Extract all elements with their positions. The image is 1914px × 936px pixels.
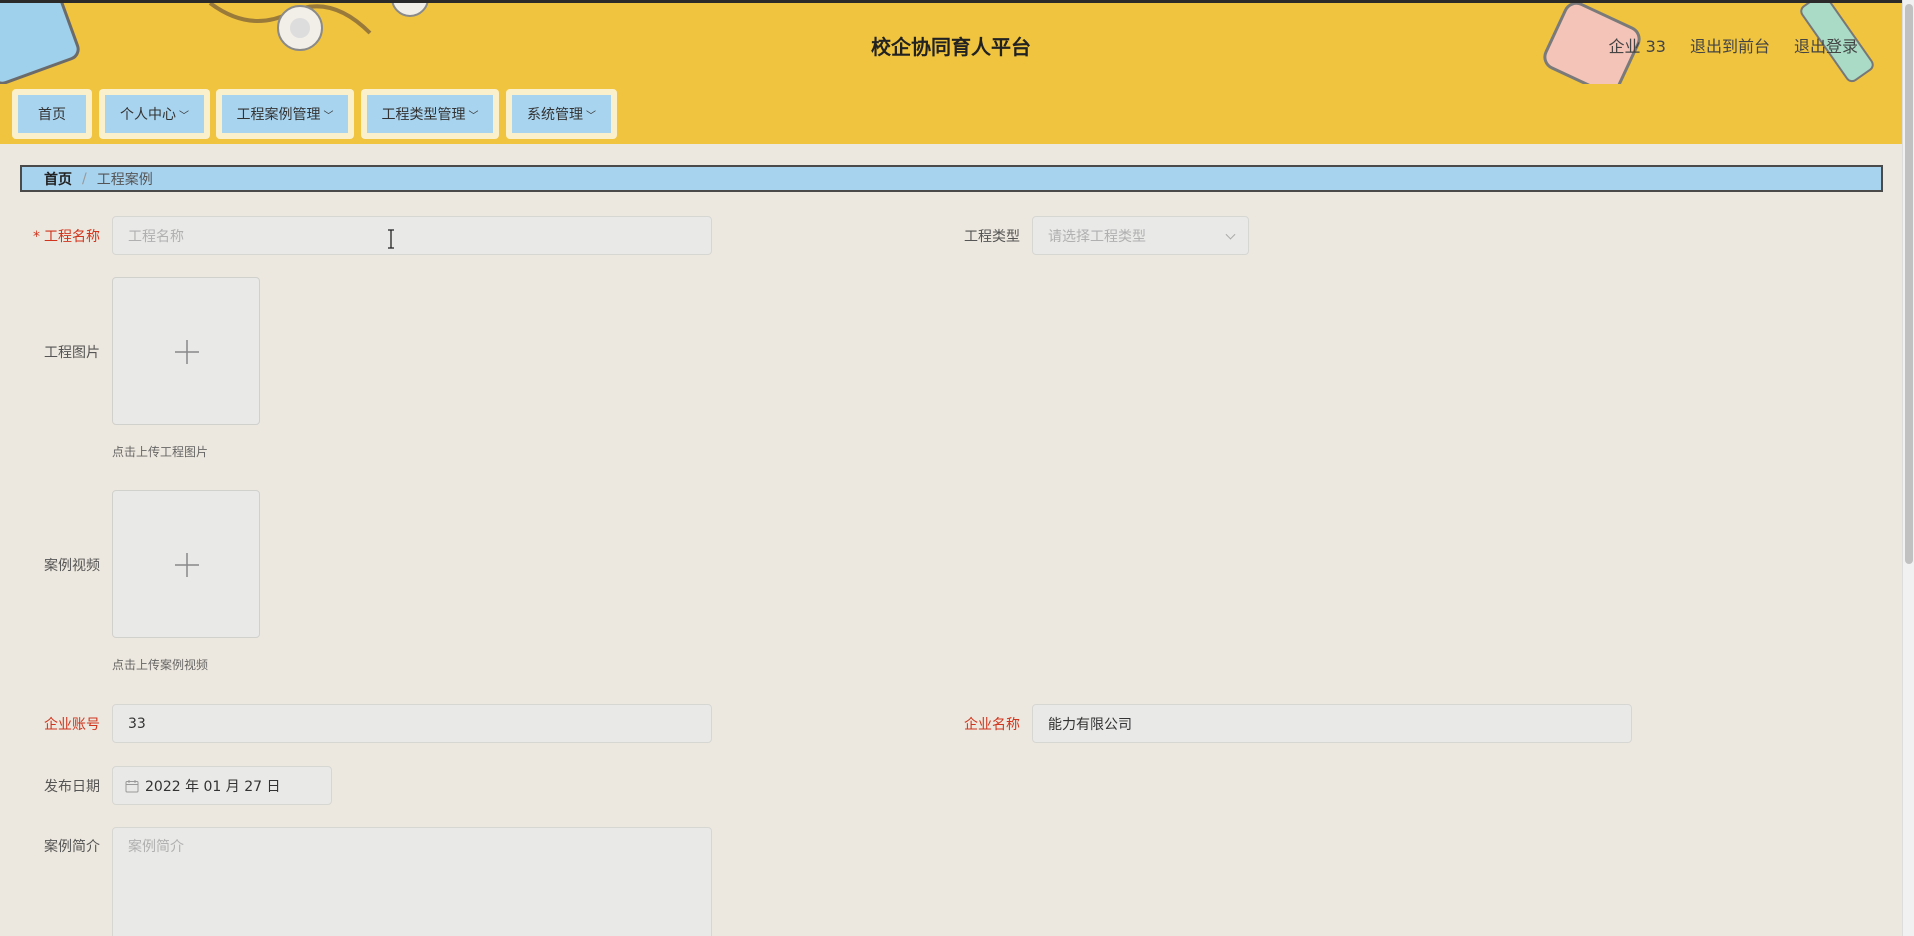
publish-date-label: 发布日期 — [44, 779, 100, 795]
company-account-field: 33 — [112, 704, 712, 743]
nav-type-management-label: 工程类型管理 — [381, 107, 466, 123]
company-name-value: 能力有限公司 — [1048, 716, 1132, 733]
company-name-label: 企业名称 — [964, 717, 1020, 733]
plus-icon — [175, 553, 199, 577]
case-video-uploader[interactable] — [112, 490, 260, 638]
case-intro-textarea[interactable]: 案例简介 — [112, 827, 712, 936]
project-name-placeholder: 工程名称 — [128, 228, 184, 245]
main-nav: 首页 个人中心 ﹀ 工程案例管理 ﹀ 工程类型管理 ﹀ 系统管理 ﹀ — [0, 84, 1902, 144]
nav-item-system-management[interactable]: 系统管理 ﹀ — [506, 89, 617, 139]
breadcrumb-home[interactable]: 首页 — [44, 169, 72, 189]
project-type-label: 工程类型 — [964, 229, 1020, 245]
breadcrumb: 首页 / 工程案例 — [20, 165, 1883, 192]
project-image-hint: 点击上传工程图片 — [112, 445, 209, 459]
user-label[interactable]: 企业 33 — [1609, 33, 1666, 57]
required-star: * — [33, 229, 40, 245]
chevron-down-icon: ﹀ — [468, 110, 479, 122]
project-type-placeholder: 请选择工程类型 — [1048, 228, 1146, 245]
project-name-label-text: 工程名称 — [44, 229, 100, 245]
case-video-label: 案例视频 — [44, 558, 100, 574]
nav-item-type-management[interactable]: 工程类型管理 ﹀ — [361, 89, 499, 139]
chevron-down-icon: ﹀ — [586, 110, 596, 122]
publish-date-picker[interactable]: 2022 年 01 月 27 日 — [112, 766, 332, 805]
text-cursor-icon — [388, 229, 394, 249]
case-video-hint: 点击上传案例视频 — [112, 658, 209, 672]
company-name-field: 能力有限公司 — [1032, 704, 1632, 743]
plus-icon — [175, 340, 199, 364]
exit-to-front-link[interactable]: 退出到前台 — [1690, 33, 1770, 57]
page-scrollbar[interactable] — [1902, 0, 1914, 936]
logout-link[interactable]: 退出登录 — [1794, 33, 1858, 57]
company-account-label: 企业账号 — [44, 717, 100, 733]
company-account-value: 33 — [128, 715, 146, 732]
scrollbar-thumb[interactable] — [1905, 4, 1913, 564]
top-links: 企业 33 退出到前台 退出登录 — [1609, 33, 1858, 57]
chevron-down-icon: ﹀ — [323, 110, 334, 122]
nav-case-management-label: 工程案例管理 — [236, 107, 321, 123]
breadcrumb-separator: / — [82, 170, 87, 187]
nav-home-label: 首页 — [38, 107, 66, 123]
project-image-uploader[interactable] — [112, 277, 260, 425]
nav-personal-center-label: 个人中心 — [120, 107, 176, 123]
publish-date-value: 2022 年 01 月 27 日 — [145, 778, 281, 795]
nav-item-case-management[interactable]: 工程案例管理 ﹀ — [216, 89, 354, 139]
top-header: 校企协同育人平台 企业 33 退出到前台 退出登录 — [0, 0, 1902, 84]
project-image-label: 工程图片 — [44, 345, 100, 361]
case-intro-label: 案例简介 — [44, 839, 100, 855]
project-name-input[interactable]: 工程名称 — [112, 216, 712, 255]
chevron-down-icon: ﹀ — [179, 110, 189, 122]
calendar-icon — [125, 779, 139, 792]
breadcrumb-current: 工程案例 — [96, 171, 153, 188]
chevron-down-icon — [1225, 229, 1236, 240]
nav-system-management-label: 系统管理 — [527, 107, 583, 123]
nav-item-home[interactable]: 首页 — [12, 89, 92, 139]
case-intro-placeholder: 案例简介 — [128, 839, 184, 855]
nav-item-personal-center[interactable]: 个人中心 ﹀ — [99, 89, 210, 139]
project-type-select[interactable]: 请选择工程类型 — [1032, 216, 1249, 255]
project-name-label: * 工程名称 — [30, 226, 100, 246]
